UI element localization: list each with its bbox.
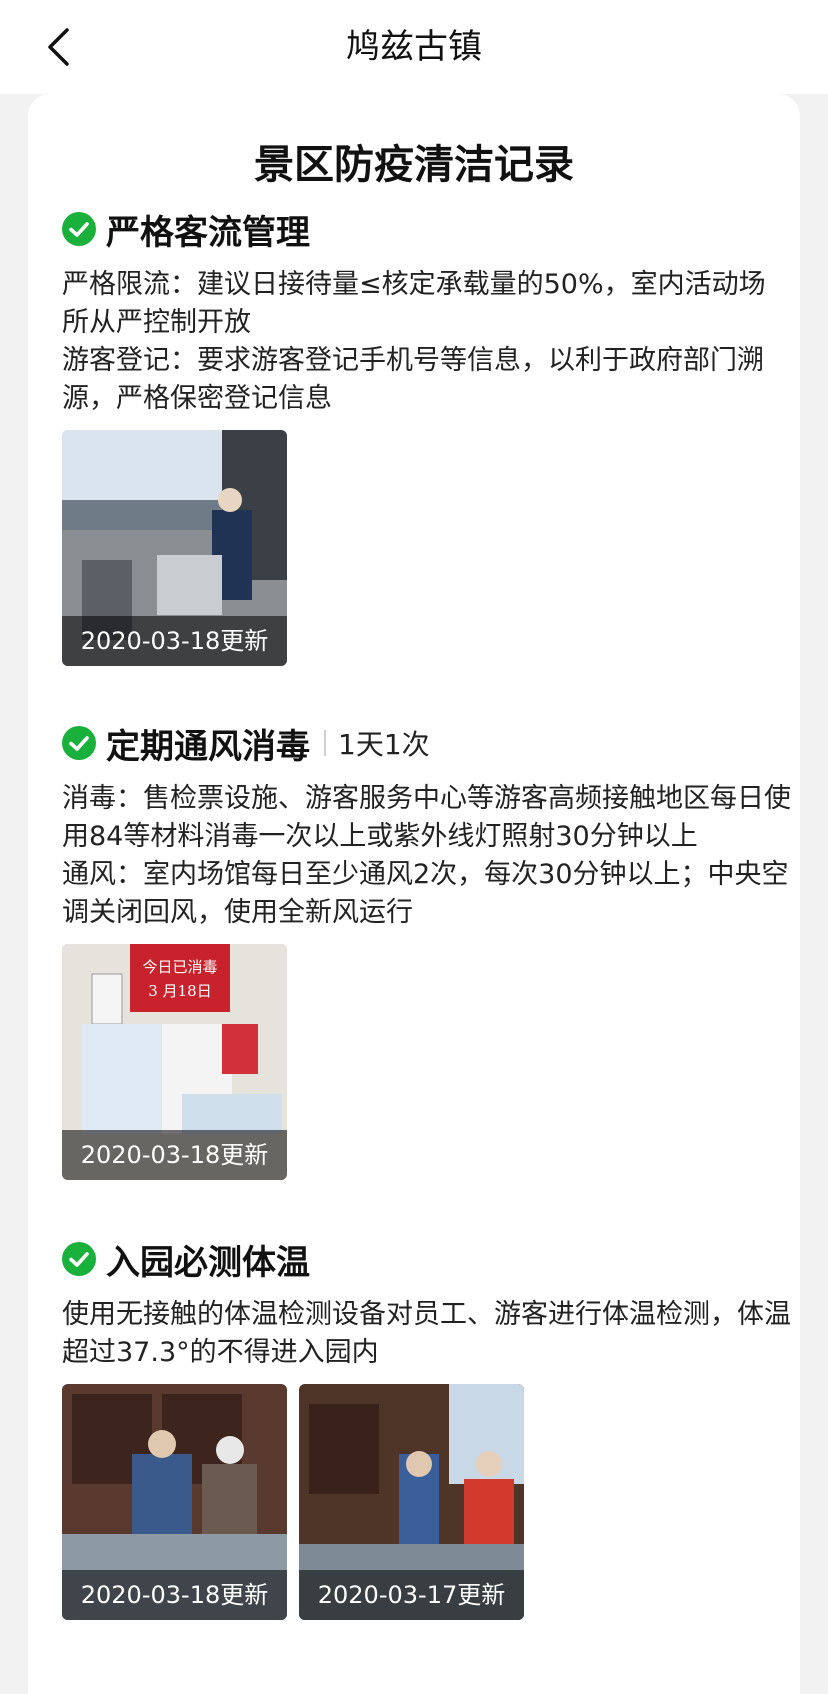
photo-date-caption: 2020-03-18更新 [62,616,287,666]
photo-date-caption: 2020-03-17更新 [299,1570,524,1620]
paragraph: 通风：室内场馆每日至少通风2次，每次30分钟以上；中央空调关闭回风，使用全新风运… [62,859,789,928]
photo-thumbnail[interactable]: 2020-03-18更新 [62,1384,287,1620]
section-description: 使用无接触的体温检测设备对员工、游客进行体温检测，体温超过37.3°的不得进入园… [62,1296,792,1372]
section-title: 定期通风消毒 [106,726,310,767]
check-circle-icon [62,212,96,246]
section-temperature-check: 入园必测体温 使用无接触的体温检测设备对员工、游客进行体温检测，体温超过37.3… [62,1234,792,1620]
section-header: 入园必测体温 [62,1234,792,1284]
photo-thumbnail[interactable]: 2020-03-18更新 [62,430,287,666]
section-title: 入园必测体温 [106,1242,310,1283]
section-crowd-management: 严格客流管理 严格限流：建议日接待量≤核定承载量的50%，室内活动场所从严控制开… [62,204,792,666]
check-circle-icon [62,726,96,760]
photo-row: 2020-03-18更新 2020-03-17更新 [62,1384,792,1620]
top-nav-bar: 鸠兹古镇 [0,0,828,94]
photo-thumbnail[interactable]: 2020-03-17更新 [299,1384,524,1620]
card-title: 景区防疫清洁记录 [254,142,574,188]
section-header: 定期通风消毒 1天1次 [62,718,792,768]
notice-sign-date: 3 月18日 [148,982,211,1000]
photo-date-caption: 2020-03-18更新 [62,1130,287,1180]
frequency-label: 1天1次 [338,728,430,761]
photo-date-caption: 2020-03-18更新 [62,1570,287,1620]
paragraph: 消毒：售检票设施、游客服务中心等游客高频接触地区每日使用84等材料消毒一次以上或… [62,783,791,852]
divider [324,730,326,756]
section-header: 严格客流管理 [62,204,792,254]
section-description: 严格限流：建议日接待量≤核定承载量的50%，室内活动场所从严控制开放 游客登记：… [62,266,792,418]
section-title: 严格客流管理 [106,212,310,253]
record-card: 景区防疫清洁记录 严格客流管理 严格限流：建议日接待量≤核定承载量的50%，室内… [28,94,800,1694]
photo-thumbnail[interactable]: 今日已消毒 3 月18日 2020-03-18更新 [62,944,287,1180]
check-circle-icon [62,1242,96,1276]
paragraph: 游客登记：要求游客登记手机号等信息，以利于政府部门溯源，严格保密登记信息 [62,345,764,414]
page-title: 鸠兹古镇 [346,27,482,67]
photo-row: 2020-03-18更新 [62,430,792,666]
section-ventilation-disinfection: 定期通风消毒 1天1次 消毒：售检票设施、游客服务中心等游客高频接触地区每日使用… [62,718,792,1180]
photo-row: 今日已消毒 3 月18日 2020-03-18更新 [62,944,792,1180]
section-description: 消毒：售检票设施、游客服务中心等游客高频接触地区每日使用84等材料消毒一次以上或… [62,780,792,932]
paragraph: 使用无接触的体温检测设备对员工、游客进行体温检测，体温超过37.3°的不得进入园… [62,1299,791,1368]
notice-sign-text: 今日已消毒 [142,958,217,976]
paragraph: 严格限流：建议日接待量≤核定承载量的50%，室内活动场所从严控制开放 [62,269,766,338]
